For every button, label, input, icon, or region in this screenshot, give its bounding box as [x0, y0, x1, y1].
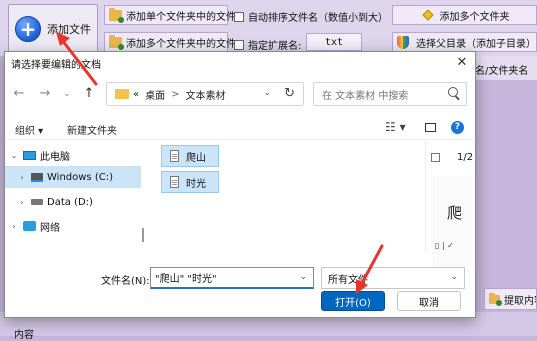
annotation-arrows	[56, 32, 384, 294]
arrowhead-icon	[56, 32, 70, 46]
arrow-to-add-file	[60, 38, 98, 86]
arrow-to-open-button	[360, 244, 384, 285]
